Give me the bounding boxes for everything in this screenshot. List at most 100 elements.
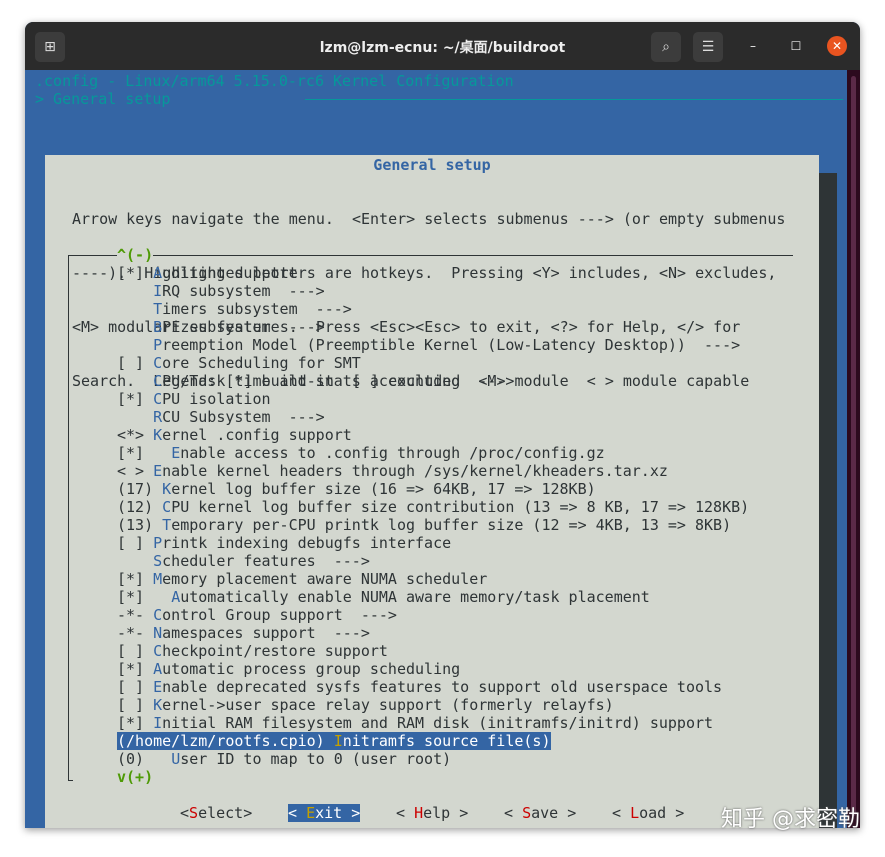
- item-label: utomatically enable NUMA aware memory/ta…: [180, 588, 650, 606]
- scrollbar-thumb[interactable]: [851, 76, 856, 816]
- menu-item[interactable]: [ ] Core Scheduling for SMT: [117, 354, 749, 372]
- menu-item[interactable]: [ ] Checkpoint/restore support: [117, 642, 749, 660]
- hotkey-letter: C: [153, 642, 163, 660]
- item-content: -*- Namespaces support --->: [117, 624, 370, 642]
- item-content: [*] CPU isolation: [117, 390, 271, 408]
- item-prefix: (17): [117, 480, 163, 498]
- item-label: ernel->user space relay support (formerl…: [162, 696, 614, 714]
- item-prefix: (12): [117, 498, 163, 516]
- hotkey-letter: S: [189, 804, 199, 822]
- watermark: 知乎 @求密勒: [721, 807, 860, 832]
- item-prefix: [ ]: [117, 354, 154, 372]
- menu-item[interactable]: BPF subsystem --->: [117, 318, 749, 336]
- button-select[interactable]: <Select>: [180, 804, 252, 822]
- menu-item[interactable]: IRQ subsystem --->: [117, 282, 749, 300]
- item-prefix: [117, 372, 153, 390]
- item-prefix: [117, 336, 153, 354]
- hotkey-letter: E: [306, 804, 316, 822]
- item-label: amespaces support --->: [162, 624, 370, 642]
- item-prefix: [*]: [117, 660, 154, 678]
- item-prefix: (/home/lzm/rootfs.cpio): [117, 732, 334, 750]
- hotkey-letter: C: [153, 372, 163, 390]
- item-label: PU isolation: [162, 390, 271, 408]
- item-label: nable access to .config through /proc/co…: [180, 444, 605, 462]
- scrollbar[interactable]: [847, 70, 860, 828]
- hotkey-letter: U: [171, 750, 181, 768]
- menu-item[interactable]: (0) User ID to map to 0 (user root): [117, 750, 749, 768]
- button-text: xit >: [315, 804, 361, 822]
- menu-item[interactable]: < > Enable kernel headers through /sys/k…: [117, 462, 749, 480]
- hotkey-letter: P: [153, 336, 163, 354]
- hamburger-icon[interactable]: ☰: [693, 32, 723, 62]
- menu-item[interactable]: RCU Subsystem --->: [117, 408, 749, 426]
- button-help[interactable]: < Help >: [396, 804, 468, 822]
- menu-item[interactable]: CPU/Task time and stats accounting --->: [117, 372, 749, 390]
- item-content: (0) User ID to map to 0 (user root): [117, 750, 451, 768]
- hotkey-letter: K: [153, 696, 163, 714]
- menu-item[interactable]: [*] Auditing support: [117, 264, 749, 282]
- menu-item[interactable]: Preemption Model (Preemptible Kernel (Lo…: [117, 336, 749, 354]
- menu-item[interactable]: [*] Enable access to .config through /pr…: [117, 444, 749, 462]
- item-prefix: -*-: [117, 624, 154, 642]
- button-load[interactable]: < Load >: [612, 804, 684, 822]
- item-label: reemption Model (Preemptible Kernel (Low…: [162, 336, 741, 354]
- item-label: ernel .config support: [162, 426, 352, 444]
- item-label: cheduler features --->: [162, 552, 370, 570]
- hotkey-letter: A: [153, 660, 163, 678]
- terminal-area[interactable]: .config - Linux/arm64 5.15.0-rc6 Kernel …: [25, 70, 847, 828]
- menu-item[interactable]: [ ] Printk indexing debugfs interface: [117, 534, 749, 552]
- button-save[interactable]: < Save >: [504, 804, 576, 822]
- menu-item[interactable]: (17) Kernel log buffer size (16 => 64KB,…: [117, 480, 749, 498]
- hotkey-letter: C: [153, 354, 163, 372]
- item-content: (13) Temporary per-CPU printk log buffer…: [117, 516, 731, 534]
- menu-item[interactable]: (12) CPU kernel log buffer size contribu…: [117, 498, 749, 516]
- menu-item[interactable]: Scheduler features --->: [117, 552, 749, 570]
- hotkey-letter: K: [153, 426, 163, 444]
- item-content: [*] Enable access to .config through /pr…: [117, 444, 605, 462]
- item-label: rintk indexing debugfs interface: [162, 534, 452, 552]
- item-prefix: [*]: [117, 444, 172, 462]
- button-text: <: [288, 804, 307, 822]
- menu-item[interactable]: [*] Automatic process group scheduling: [117, 660, 749, 678]
- title-bar: ⊞ lzm@lzm-ecnu: ~/桌面/buildroot ⌕ ☰ – ☐ ✕: [25, 22, 860, 70]
- hotkey-letter: T: [162, 516, 172, 534]
- item-content: [*] Initial RAM filesystem and RAM disk …: [117, 714, 713, 732]
- item-label: heckpoint/restore support: [162, 642, 388, 660]
- hotkey-letter: S: [522, 804, 532, 822]
- item-content: [ ] Checkpoint/restore support: [117, 642, 388, 660]
- hotkey-letter: M: [153, 570, 163, 588]
- item-label: uditing support: [162, 264, 298, 282]
- menu-item[interactable]: -*- Control Group support --->: [117, 606, 749, 624]
- item-content: [ ] Printk indexing debugfs interface: [117, 534, 451, 552]
- item-content: [*] Auditing support: [117, 264, 298, 282]
- menu-item[interactable]: (13) Temporary per-CPU printk log buffer…: [117, 516, 749, 534]
- item-prefix: -*-: [117, 606, 154, 624]
- item-content: [ ] Core Scheduling for SMT: [117, 354, 361, 372]
- button-text: <: [612, 804, 631, 822]
- item-label: nitramfs source file(s): [342, 732, 551, 750]
- menu-item[interactable]: Timers subsystem --->: [117, 300, 749, 318]
- menu-item[interactable]: [*] Memory placement aware NUMA schedule…: [117, 570, 749, 588]
- menu-item[interactable]: <*> Kernel .config support: [117, 426, 749, 444]
- button-exit[interactable]: < Exit >: [288, 804, 361, 822]
- minimize-icon[interactable]: –: [743, 36, 763, 56]
- menu-item[interactable]: (/home/lzm/rootfs.cpio) Initramfs source…: [117, 732, 749, 750]
- item-label: ontrol Group support --->: [162, 606, 397, 624]
- hotkey-letter: P: [153, 534, 163, 552]
- item-label: utomatic process group scheduling: [162, 660, 461, 678]
- menu-item[interactable]: [ ] Kernel->user space relay support (fo…: [117, 696, 749, 714]
- menu-item[interactable]: [*] Automatically enable NUMA aware memo…: [117, 588, 749, 606]
- menu-list[interactable]: [*] Auditing support IRQ subsystem ---> …: [117, 264, 749, 768]
- search-icon[interactable]: ⌕: [651, 32, 681, 62]
- item-content: (17) Kernel log buffer size (16 => 64KB,…: [117, 480, 596, 498]
- item-prefix: [*]: [117, 264, 154, 282]
- item-prefix: [ ]: [117, 642, 154, 660]
- menu-item[interactable]: -*- Namespaces support --->: [117, 624, 749, 642]
- menu-item[interactable]: [*] Initial RAM filesystem and RAM disk …: [117, 714, 749, 732]
- menu-item[interactable]: [*] CPU isolation: [117, 390, 749, 408]
- item-label: PU/Task time and stats accounting --->: [162, 372, 515, 390]
- hotkey-letter: E: [153, 462, 163, 480]
- maximize-icon[interactable]: ☐: [786, 36, 806, 56]
- menu-item[interactable]: [ ] Enable deprecated sysfs features to …: [117, 678, 749, 696]
- close-icon[interactable]: ✕: [827, 36, 847, 56]
